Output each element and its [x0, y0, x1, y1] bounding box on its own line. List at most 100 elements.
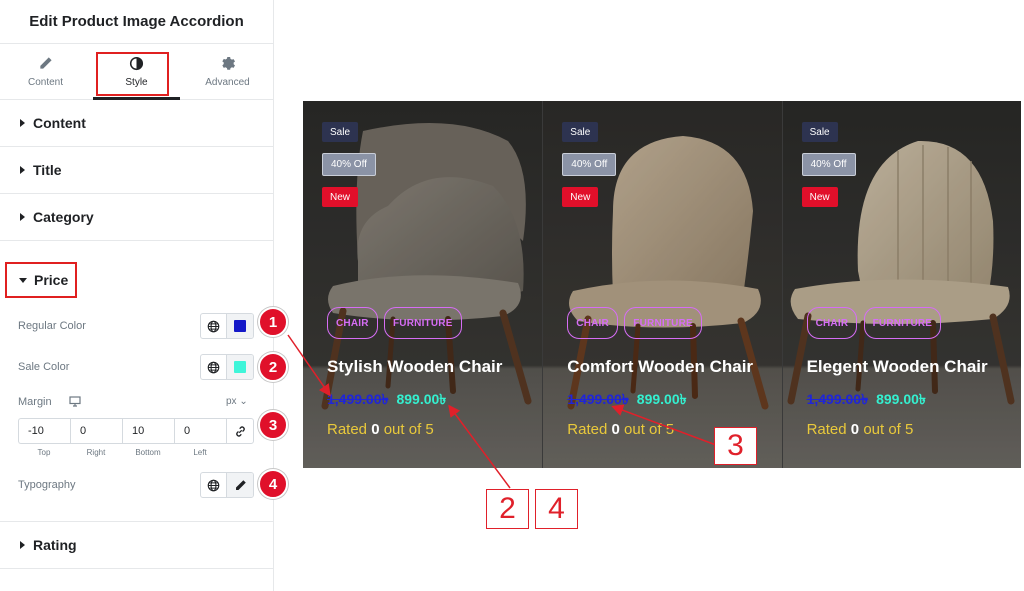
caret-right-icon	[20, 119, 25, 127]
link-icon	[235, 425, 245, 437]
regular-color-label: Regular Color	[18, 320, 86, 332]
margin-side-label: Right	[86, 448, 106, 457]
margin-inputs	[18, 418, 254, 444]
category-tag[interactable]: CHAIR	[806, 307, 858, 339]
caret-right-icon	[20, 541, 25, 549]
caret-right-icon	[20, 213, 25, 221]
section-category[interactable]: Category	[0, 194, 273, 241]
globe-icon	[207, 479, 220, 491]
sale-price: 899.00৳	[636, 391, 687, 407]
typography-edit-button[interactable]	[227, 473, 253, 497]
typography-control	[200, 472, 254, 498]
margin-label: Margin	[18, 396, 52, 408]
product-price: 1,499.00৳ 899.00৳	[327, 388, 446, 412]
product-rating: Rated 0 out of 5	[567, 421, 674, 438]
margin-side-label: Left	[193, 448, 207, 457]
section-content[interactable]: Content	[0, 100, 273, 147]
global-fonts-button[interactable]	[201, 473, 227, 497]
tab-style-label: Style	[125, 76, 148, 88]
section-label: Category	[33, 209, 94, 225]
tab-content-label: Content	[27, 76, 64, 88]
discount-badge: 40% Off	[801, 153, 856, 176]
caret-down-icon	[19, 277, 27, 283]
category-tag[interactable]: CHAIR	[567, 307, 618, 339]
new-badge: New	[562, 187, 599, 207]
tab-bar: Content Style Advanced	[0, 44, 273, 100]
section-label: Price	[34, 272, 69, 288]
product-rating: Rated 0 out of 5	[327, 421, 434, 438]
new-badge: New	[801, 187, 838, 207]
discount-badge: 40% Off	[562, 153, 617, 176]
marker-2: 2	[258, 352, 288, 382]
section-label: Rating	[33, 537, 77, 553]
section-label: Content	[33, 115, 86, 131]
discount-badge: 40% Off	[322, 153, 376, 176]
sale-color-picker[interactable]	[227, 355, 253, 379]
product-card[interactable]: Sale 40% Off New CHAIR FURNITURE Comfort…	[542, 101, 782, 468]
global-colors-button[interactable]	[201, 314, 227, 338]
margin-left-input[interactable]	[174, 418, 226, 444]
regular-color-picker[interactable]	[227, 314, 253, 338]
rating-suffix: out of 5	[383, 421, 434, 438]
rating-value: 0	[611, 421, 620, 438]
contrast-icon	[129, 56, 144, 70]
desktop-icon[interactable]	[69, 396, 81, 407]
tab-advanced[interactable]: Advanced	[182, 44, 273, 99]
tab-style[interactable]: Style	[91, 44, 182, 100]
rating-prefix: Rated	[806, 421, 847, 438]
regular-color-swatch	[234, 320, 246, 332]
link-values-button[interactable]	[226, 418, 254, 444]
rating-suffix: out of 5	[624, 421, 675, 438]
category-tag[interactable]: CHAIR	[327, 307, 378, 339]
sale-color-swatch	[234, 361, 246, 373]
marker-4: 4	[258, 469, 288, 499]
product-price: 1,499.00৳ 899.00৳	[807, 388, 926, 412]
marker-3: 3	[258, 410, 288, 440]
margin-side-label: Bottom	[135, 448, 161, 457]
rating-suffix: out of 5	[863, 421, 914, 438]
margin-bottom-input[interactable]	[122, 418, 174, 444]
global-colors-button[interactable]	[201, 355, 227, 379]
marker-1: 1	[258, 307, 288, 337]
margin-side-label: Top	[37, 448, 51, 457]
sale-badge: Sale	[562, 122, 599, 142]
regular-price: 1,499.00৳	[327, 391, 389, 407]
regular-color-control	[200, 313, 254, 339]
pencil-icon	[40, 56, 52, 69]
panel-title: Edit Product Image Accordion	[0, 0, 273, 44]
section-title[interactable]: Title	[0, 147, 273, 194]
new-badge: New	[322, 187, 359, 207]
pencil-icon	[235, 479, 246, 490]
annotation-label: 2	[486, 489, 529, 529]
category-tag[interactable]: FURNITURE	[384, 307, 462, 339]
tab-advanced-label: Advanced	[205, 76, 250, 88]
rating-prefix: Rated	[327, 421, 368, 438]
margin-top-input[interactable]	[18, 418, 70, 444]
typography-label: Typography	[18, 479, 76, 491]
product-title[interactable]: Stylish Wooden Chair	[327, 357, 502, 377]
caret-right-icon	[20, 166, 25, 174]
margin-unit-select[interactable]: px ⌄	[226, 396, 248, 407]
annotation-label: 4	[535, 489, 578, 529]
annotation-label: 3	[714, 427, 757, 465]
product-title[interactable]: Elegent Wooden Chair	[807, 357, 988, 377]
screen: Edit Product Image Accordion Content Sty…	[0, 0, 1024, 591]
product-card[interactable]: Sale 40% Off New CHAIR FURNITURE Stylish…	[303, 101, 543, 468]
globe-icon	[207, 361, 220, 373]
section-rating[interactable]: Rating	[0, 522, 273, 569]
sale-color-control	[200, 354, 254, 380]
chevron-down-icon: ⌄	[239, 396, 248, 407]
regular-price: 1,499.00৳	[806, 391, 869, 407]
gear-icon	[222, 56, 235, 70]
globe-icon	[207, 320, 220, 332]
product-accordion: Sale 40% Off New CHAIR FURNITURE Stylish…	[303, 101, 1021, 468]
section-price-header[interactable]: Price	[5, 262, 77, 298]
margin-right-input[interactable]	[70, 418, 122, 444]
category-tag[interactable]: FURNITURE	[624, 307, 702, 339]
sale-badge: Sale	[322, 122, 359, 142]
sale-color-label: Sale Color	[18, 361, 70, 373]
product-title[interactable]: Comfort Wooden Chair	[567, 357, 753, 377]
tab-content[interactable]: Content	[0, 44, 91, 99]
product-card[interactable]: Sale 40% Off New CHAIR FURNITURE Elegent…	[781, 101, 1021, 468]
category-tag[interactable]: FURNITURE	[863, 307, 942, 339]
